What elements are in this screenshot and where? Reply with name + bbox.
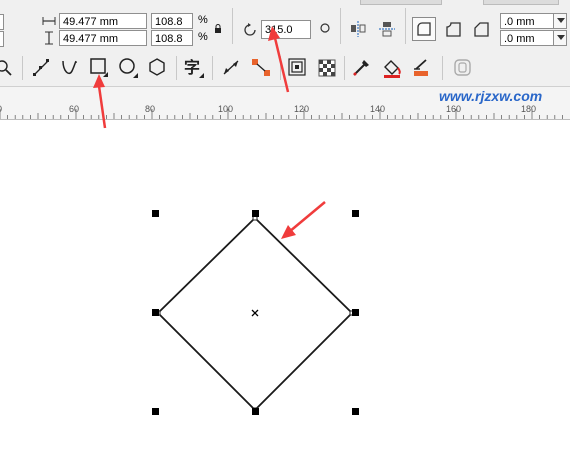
property-bar: 49.477 mm 49.477 mm 108.8 108.8 % % 315.…: [0, 0, 570, 50]
percent-label: %: [198, 31, 208, 43]
width-icon: [42, 17, 56, 25]
toolbar-tab-fragment: [483, 0, 559, 5]
selection-handle-top-left[interactable]: [152, 210, 159, 217]
separator: [344, 56, 345, 80]
y-position-field[interactable]: [0, 31, 4, 47]
chevron-down-icon: [557, 35, 565, 40]
chevron-down-icon: [557, 18, 565, 23]
ruler-ticks: [0, 109, 563, 119]
selection-handle-right[interactable]: [352, 309, 359, 316]
lock-ratio-icon[interactable]: [214, 24, 222, 33]
toolbox: 字: [0, 50, 570, 87]
dimension-tool-icon[interactable]: [221, 58, 243, 78]
rotate-icon: [244, 23, 256, 36]
polygon-tool-icon[interactable]: [147, 57, 169, 79]
freehand-tool-icon[interactable]: [32, 58, 52, 78]
rectangle-tool-icon[interactable]: [89, 57, 109, 79]
separator: [22, 56, 23, 80]
percent-label: %: [198, 14, 208, 26]
selection-handle-left[interactable]: [152, 309, 159, 316]
x-position-field[interactable]: [0, 14, 4, 30]
scalloped-corner-icon[interactable]: [443, 19, 463, 39]
ellipse-tool-icon[interactable]: [117, 57, 139, 79]
separator: [340, 8, 341, 44]
toolbar-tab-fragment: [360, 0, 442, 5]
text-tool-icon[interactable]: 字: [183, 57, 205, 79]
separator: [212, 56, 213, 80]
separator: [176, 56, 177, 80]
horizontal-ruler[interactable]: 0 60 80 100 120 140 160 180 www.rjzxw.co…: [0, 87, 570, 120]
corner-radius-top-field[interactable]: .0 mm: [500, 13, 554, 29]
connector-tool-icon[interactable]: [250, 57, 274, 79]
selection-handle-bottom-right[interactable]: [352, 408, 359, 415]
selection-handle-bottom-left[interactable]: [152, 408, 159, 415]
fill-tool-icon[interactable]: [381, 57, 405, 79]
height-field[interactable]: 49.477 mm: [59, 30, 147, 46]
rotation-degree-icon: [320, 23, 330, 33]
smart-fill-tool-icon[interactable]: [452, 57, 474, 79]
corner-radius-bottom-field[interactable]: .0 mm: [500, 30, 554, 46]
rotated-square[interactable]: [156, 216, 354, 412]
separator: [405, 8, 406, 44]
selection-handle-top[interactable]: [252, 210, 259, 217]
bezier-tool-icon[interactable]: [60, 57, 80, 79]
separator: [232, 8, 233, 44]
height-icon: [45, 31, 53, 45]
center-marker[interactable]: [251, 309, 259, 317]
width-field[interactable]: 49.477 mm: [59, 13, 147, 29]
selection-handle-top-right[interactable]: [352, 210, 359, 217]
canvas-drawing: [155, 215, 355, 413]
drawing-canvas[interactable]: [0, 120, 570, 475]
mirror-vertical-icon[interactable]: [378, 20, 396, 38]
chamfered-corner-icon[interactable]: [471, 19, 491, 39]
svg-text:字: 字: [184, 58, 200, 77]
scale-x-field[interactable]: 108.8: [151, 13, 193, 29]
transparency-tool-icon[interactable]: [317, 58, 337, 78]
scale-y-field[interactable]: 108.8: [151, 30, 193, 46]
separator: [442, 56, 443, 80]
mirror-horizontal-icon[interactable]: [349, 20, 367, 38]
interactive-fill-tool-icon[interactable]: [411, 57, 433, 79]
selection-handle-bottom[interactable]: [252, 408, 259, 415]
eyedropper-tool-icon[interactable]: [351, 57, 373, 79]
separator: [280, 56, 281, 80]
contour-tool-icon[interactable]: [287, 57, 309, 79]
zoom-icon[interactable]: [0, 59, 13, 77]
rotation-angle-field[interactable]: 315.0: [261, 20, 311, 39]
round-corner-button[interactable]: [412, 17, 436, 41]
watermark: www.rjzxw.com: [439, 88, 543, 104]
